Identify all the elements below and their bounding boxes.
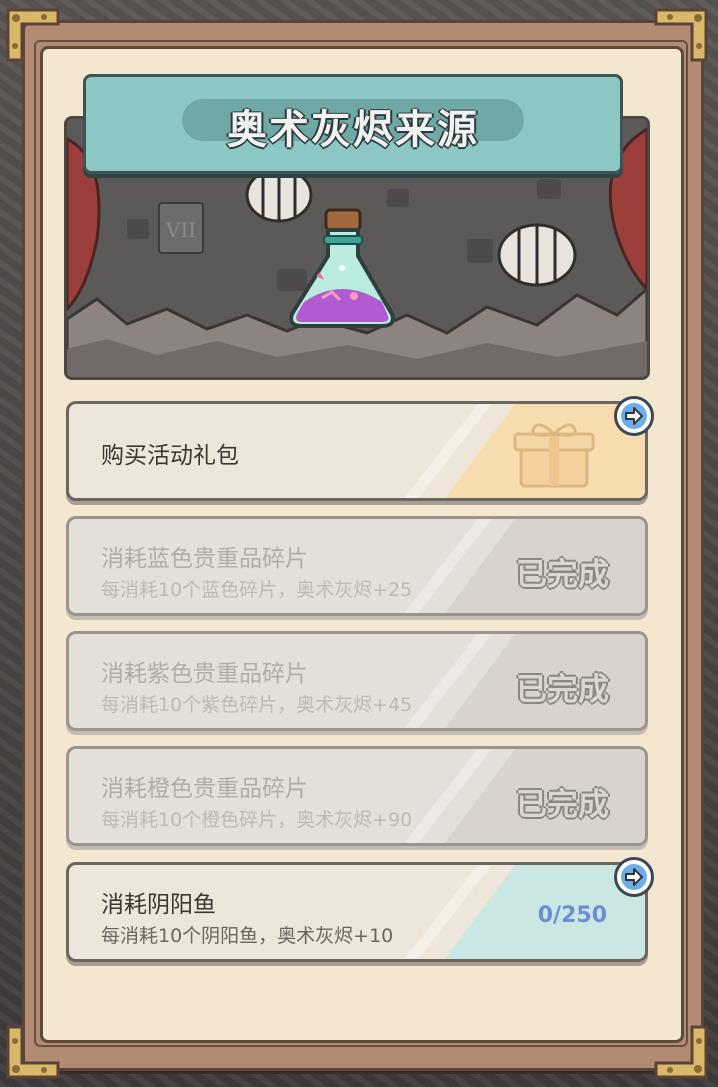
source-row-yinyang-fish[interactable]: 消耗阴阳鱼 每消耗10个阴阳鱼，奥术灰烬+10 0/250 <box>66 862 648 962</box>
source-title: 消耗蓝色贵重品碎片 <box>101 546 308 572</box>
source-description: 每消耗10个阴阳鱼，奥术灰烬+10 <box>101 925 394 947</box>
gift-box-icon <box>513 423 595 488</box>
completed-status: 已完成 <box>516 672 609 708</box>
go-button[interactable] <box>614 857 654 897</box>
completed-status: 已完成 <box>516 787 609 823</box>
source-title: 消耗阴阳鱼 <box>101 892 216 918</box>
source-row-purple-shards: 消耗紫色贵重品碎片 每消耗10个紫色碎片，奥术灰烬+45 已完成 <box>66 631 648 731</box>
go-button[interactable] <box>614 396 654 436</box>
source-description: 每消耗10个橙色碎片，奥术灰烬+90 <box>101 809 413 831</box>
title-banner: 奥术灰烬来源 <box>83 74 623 174</box>
completed-status: 已完成 <box>516 557 609 593</box>
source-title: 购买活动礼包 <box>101 443 239 469</box>
source-row-buy-pack[interactable]: 购买活动礼包 <box>66 401 648 501</box>
source-description: 每消耗10个蓝色碎片，奥术灰烬+25 <box>101 579 413 601</box>
source-title: 消耗橙色贵重品碎片 <box>101 776 308 802</box>
progress-counter: 0/250 <box>537 903 607 928</box>
svg-text:VII: VII <box>165 218 196 242</box>
arrow-right-icon <box>621 864 647 890</box>
source-title: 消耗紫色贵重品碎片 <box>101 661 308 687</box>
source-description: 每消耗10个紫色碎片，奥术灰烬+45 <box>101 694 413 716</box>
source-row-orange-shards: 消耗橙色贵重品碎片 每消耗10个橙色碎片，奥术灰烬+90 已完成 <box>66 746 648 846</box>
page-title: 奥术灰烬来源 <box>227 107 479 153</box>
source-row-blue-shards: 消耗蓝色贵重品碎片 每消耗10个蓝色碎片，奥术灰烬+25 已完成 <box>66 516 648 616</box>
potion-flask-icon <box>282 206 402 332</box>
arrow-right-icon <box>621 403 647 429</box>
